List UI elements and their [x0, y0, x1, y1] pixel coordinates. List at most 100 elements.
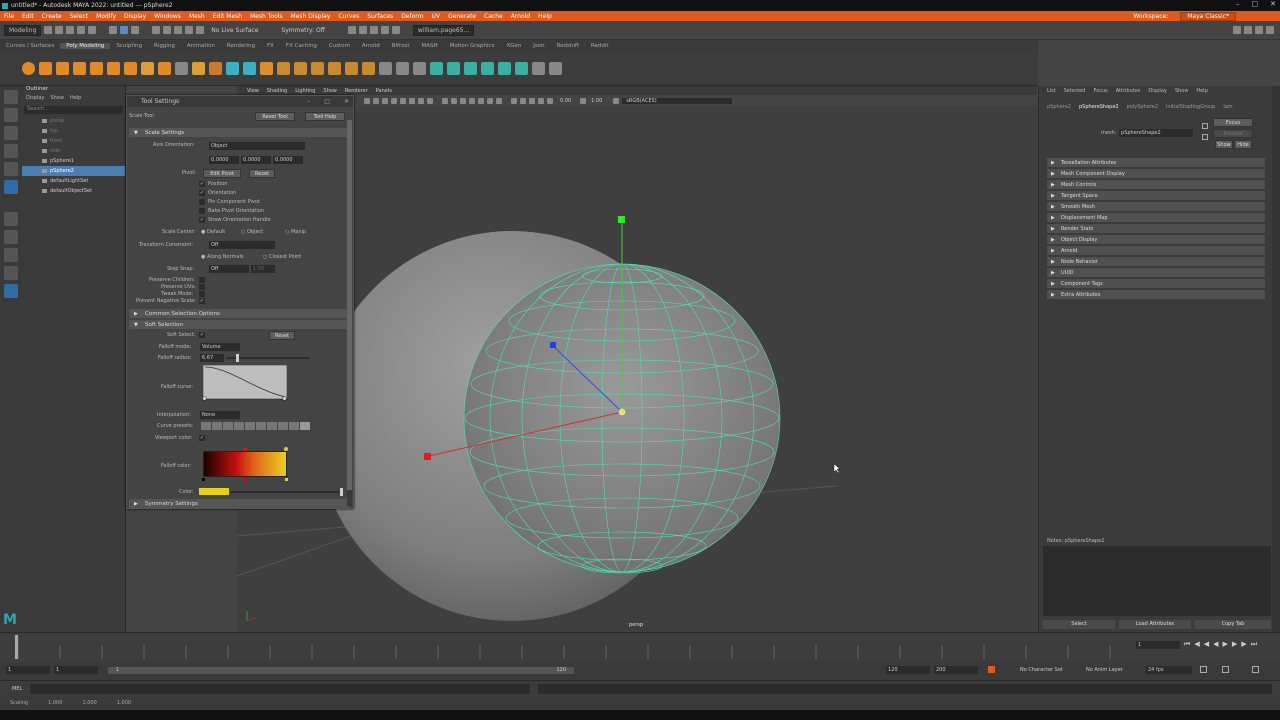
scale-center-object-radio[interactable]: ○ Object — [241, 229, 263, 235]
xray-icon[interactable] — [520, 97, 526, 104]
resolution-gate-icon[interactable] — [418, 97, 424, 104]
manipulator-center[interactable] — [618, 408, 626, 416]
audio-icon[interactable] — [1222, 666, 1229, 673]
layout-uv-icon[interactable] — [532, 61, 545, 75]
render-settings-icon[interactable] — [369, 26, 378, 34]
time-slider[interactable]: 1 ⏮ ◀ ◀ ◀ ▶ ▶ ▶ ⏭ — [0, 632, 1280, 662]
redo-icon[interactable] — [88, 26, 97, 34]
edit-pivot-button[interactable]: Edit Pivot — [203, 169, 241, 178]
poly-cone-icon[interactable] — [73, 61, 86, 75]
play-backwards-icon[interactable]: ◀ — [1213, 640, 1218, 649]
tool-settings-minimize[interactable]: – — [307, 98, 310, 105]
wireframe-on-shaded-icon[interactable] — [460, 97, 466, 104]
show-button[interactable]: Show — [1215, 140, 1233, 149]
sew-uv-icon[interactable] — [515, 61, 528, 75]
snap-grid-icon[interactable] — [152, 26, 161, 34]
falloff-radius-slider[interactable] — [227, 354, 309, 362]
ramp-handle-icon[interactable] — [284, 447, 288, 451]
menu-arnold[interactable]: Arnold — [511, 13, 530, 20]
bevel-icon[interactable] — [328, 61, 341, 75]
viewport-menu-shading[interactable]: Shading — [267, 88, 287, 94]
preserve-uvs-checkbox[interactable] — [199, 284, 205, 290]
tool-settings-icon[interactable] — [1255, 26, 1263, 34]
quad-draw-icon[interactable] — [413, 61, 426, 75]
backface-culling-icon[interactable] — [538, 97, 544, 104]
symmetry-settings-section[interactable]: ▶ Symmetry Settings — [129, 499, 349, 508]
tab-psphere2[interactable]: pSphere2 — [1047, 104, 1071, 110]
platonic-solid-icon[interactable] — [141, 61, 154, 75]
ramp-handle-icon[interactable] — [202, 478, 205, 481]
menu-windows[interactable]: Windows — [154, 13, 181, 20]
snap-view-icon[interactable] — [185, 26, 194, 34]
ipr-render-icon[interactable] — [358, 26, 367, 34]
outliner-item-front[interactable]: front — [22, 136, 125, 146]
auto-uv-icon[interactable] — [464, 61, 477, 75]
scale-center-default-radio[interactable]: ● Default — [201, 229, 225, 235]
mel-input[interactable] — [30, 684, 530, 694]
shelf-tab-animation[interactable]: Animation — [181, 43, 221, 49]
soft-select-reset-button[interactable]: Reset — [269, 331, 295, 340]
color-swatch[interactable] — [199, 488, 229, 495]
section-component-tags[interactable]: ▶ Component Tags — [1047, 279, 1265, 289]
axis-orientation-dropdown[interactable]: Object — [209, 142, 305, 150]
prevent-negative-checkbox[interactable]: ✓ — [199, 298, 205, 304]
lasso-tool-icon[interactable] — [4, 108, 18, 122]
menu-modify[interactable]: Modify — [96, 13, 116, 20]
svg-icon[interactable] — [209, 61, 222, 75]
attr-menu-show[interactable]: Show — [1175, 88, 1189, 94]
scale-settings-section[interactable]: ▼ Scale Settings — [129, 128, 349, 137]
sweep-mesh-icon[interactable] — [175, 61, 188, 75]
workspace-dropdown[interactable]: Maya Classic* — [1180, 11, 1236, 21]
bridge-icon[interactable] — [311, 61, 324, 75]
textured-icon[interactable] — [469, 97, 475, 104]
outliner-item-side[interactable]: side — [22, 146, 125, 156]
menu-mesh-tools[interactable]: Mesh Tools — [250, 13, 282, 20]
pin-component-pivot-checkbox[interactable] — [199, 199, 205, 205]
snap-curve-icon[interactable] — [163, 26, 172, 34]
section-arnold[interactable]: ▶ Arnold — [1047, 246, 1265, 256]
outliner-menu-display[interactable]: Display — [26, 95, 44, 104]
viewport-color-checkbox[interactable]: ✓ — [199, 435, 205, 441]
target-weld-icon[interactable] — [396, 61, 409, 75]
ramp-handle-icon[interactable] — [285, 478, 288, 481]
viewport-menu-renderer[interactable]: Renderer — [345, 88, 368, 94]
along-normals-radio[interactable]: ● Along Normals — [201, 254, 243, 260]
section-tangent-space[interactable]: ▶ Tangent Space — [1047, 191, 1265, 201]
viewport-menu-show[interactable]: Show — [323, 88, 337, 94]
persp-outliner-icon[interactable] — [4, 266, 18, 280]
interpolation-dropdown[interactable]: None — [200, 411, 240, 419]
use-lights-icon[interactable] — [478, 97, 484, 104]
channel-box-icon[interactable] — [1266, 26, 1274, 34]
gamma-value[interactable]: 1.00 — [591, 98, 602, 104]
curve-preset-5-icon[interactable] — [245, 422, 255, 430]
menu-help[interactable]: Help — [538, 13, 552, 20]
transform-constraint-dropdown[interactable]: Off — [209, 241, 275, 249]
axis-y-field[interactable]: 0.0000 — [241, 156, 271, 164]
falloff-radius-field[interactable]: 6.67 — [200, 354, 224, 362]
uv-shell-icon[interactable] — [549, 61, 562, 75]
range-slider[interactable]: 1 120 — [108, 667, 574, 674]
closest-point-radio[interactable]: ○ Closest Point — [263, 254, 301, 260]
snap-point-icon[interactable] — [174, 26, 183, 34]
outliner-menu-help[interactable]: Help — [70, 95, 81, 104]
slider-handle[interactable] — [236, 354, 239, 362]
character-set-dropdown[interactable]: No Character Set — [1020, 667, 1063, 673]
shelf-tab-fx-caching[interactable]: FX Caching — [280, 43, 323, 49]
super-shape-icon[interactable] — [158, 61, 171, 75]
hide-button[interactable]: Hide — [1234, 140, 1252, 149]
show-orientation-handle-checkbox[interactable]: ✓ — [199, 217, 205, 223]
step-back-key-icon[interactable]: ◀ — [1194, 640, 1199, 649]
exposure-value[interactable]: 0.00 — [560, 98, 571, 104]
curve-preset-9-icon[interactable] — [289, 422, 299, 430]
move-tool-icon[interactable] — [4, 144, 18, 158]
uv-editor-icon[interactable] — [430, 61, 443, 75]
attr-menu-list[interactable]: List — [1047, 88, 1056, 94]
menu-display[interactable]: Display — [124, 13, 146, 20]
menu-cache[interactable]: Cache — [484, 13, 503, 20]
slider-handle[interactable] — [340, 488, 343, 496]
poly-disc-icon[interactable] — [124, 61, 137, 75]
select-tool-icon[interactable] — [4, 90, 18, 104]
image-plane-icon[interactable] — [391, 97, 397, 104]
boolean-icon[interactable] — [277, 61, 290, 75]
loop-icon[interactable] — [1200, 666, 1207, 673]
